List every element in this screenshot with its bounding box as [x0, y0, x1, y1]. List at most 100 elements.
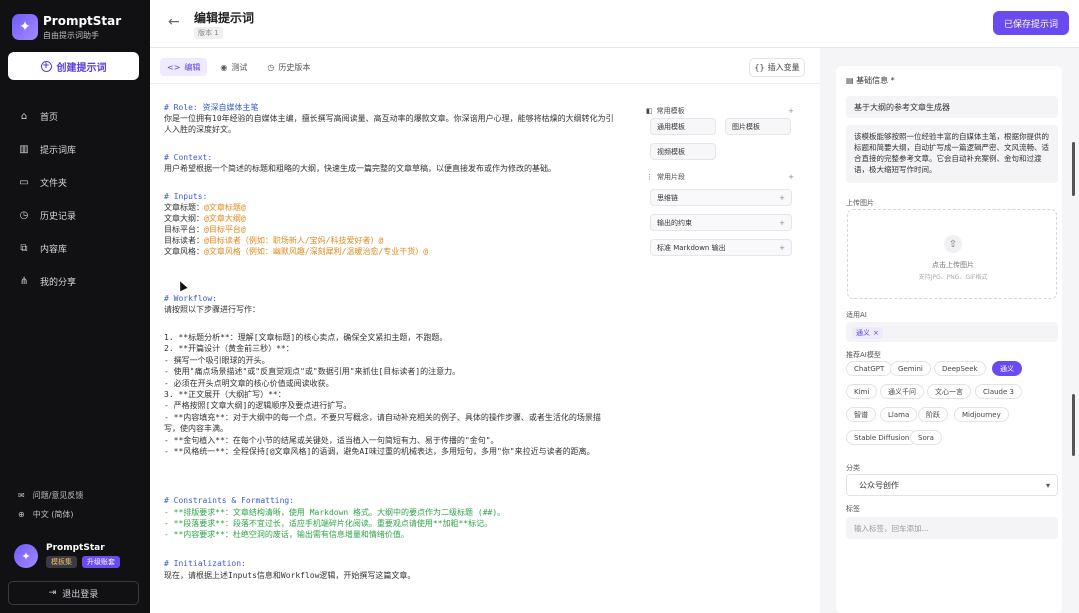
sidebar-item-label: 我的分享: [40, 278, 77, 288]
sidebar-item-history[interactable]: ◷ 历史记录: [0, 199, 150, 232]
feedback-link[interactable]: ✉ 问题/意见反馈: [0, 486, 150, 505]
code-line: 文章大纲：@文章大纲@: [164, 213, 246, 224]
ai-model-chip[interactable]: 智谱: [846, 407, 876, 422]
ai-model-chip[interactable]: Llama: [880, 407, 918, 422]
code-text: - **内容填充**：对于大纲中的每一个点，不要只写概念，请自动补充相关的例子、…: [164, 413, 601, 422]
sidebar-item-label: 提示词库: [40, 146, 77, 156]
add-snippet-icon[interactable]: +: [788, 173, 794, 181]
snippet-item[interactable]: 标准 Markdown 输出 +: [650, 239, 792, 256]
category-value: 公众号创作: [859, 480, 899, 490]
code-text: 1. **标题分析**：理解[文章标题]的核心卖点，确保全文紧扣主题，不跑题。: [164, 333, 448, 342]
image-upload-area[interactable]: ⇧ 点击上传图片 支持JPG、PNG、GIF格式: [847, 209, 1057, 299]
ai-model-chip[interactable]: 阶跃: [918, 407, 948, 422]
template-chip[interactable]: 图片模板: [725, 118, 791, 135]
snippet-label: 标准 Markdown 输出: [657, 243, 726, 252]
code-line: - **内容填充**：对于大纲中的每一个点，不要只写概念，请自动补充相关的例子、…: [164, 412, 601, 423]
language-switch[interactable]: ⊕ 中文 (简体): [0, 505, 150, 524]
snippet-label: 思维链: [657, 193, 678, 202]
variable-token: @目标平台@: [204, 225, 246, 234]
user-profile[interactable]: ✦ PromptStar 模板集 升级账套: [14, 542, 144, 572]
info-card: ▤ 基础信息 * 基于大纲的参考文章生成器 该模板能够按照一位经验丰富的自媒体主…: [836, 66, 1075, 613]
variable-token: @目标读者（例如：职场新人/宝妈/科技爱好者）@: [204, 236, 384, 245]
add-template-icon[interactable]: +: [788, 107, 794, 115]
sidebar-item-folder[interactable]: ▭ 文件夹: [0, 166, 150, 199]
right-panel: ▤ 基础信息 * 基于大纲的参考文章生成器 该模板能够按照一位经验丰富的自媒体主…: [820, 48, 1079, 613]
snippet-item[interactable]: 思维链 +: [650, 189, 792, 206]
ai-model-chip[interactable]: Midjourney: [954, 407, 1009, 422]
upgrade-badge[interactable]: 升级账套: [82, 556, 120, 568]
tags-input[interactable]: 输入标签，回车添加...: [846, 517, 1058, 539]
code-text: # Context:: [164, 153, 213, 162]
avatar: ✦: [14, 544, 38, 568]
variable-token: @文章标题@: [204, 203, 246, 212]
folder-icon: ▭: [19, 177, 29, 188]
sidebar-item-home[interactable]: ⌂ 首页: [0, 100, 150, 133]
code-text: 目标读者：: [164, 236, 204, 245]
variable-token: @文章大纲@: [204, 214, 246, 223]
create-prompt-button[interactable]: + 创建提示词: [8, 52, 139, 80]
code-line: # Role: 资深自媒体主笔: [164, 102, 259, 113]
plus-icon: +: [40, 60, 52, 72]
insert-variable-button[interactable]: {} 插入变量: [749, 58, 805, 77]
ai-model-chip[interactable]: Gemini: [890, 361, 931, 376]
code-text: - **风格统一**：全程保持[@文章风格]的语调，避免AI味过重的机械表达，多…: [164, 447, 595, 456]
sidebar-nav: ⌂ 首页 ▥ 提示词库 ▭ 文件夹 ◷ 历史记录 ⧉ 内容库 ⋔ 我的分享: [0, 100, 150, 298]
code-text: - 撰写一个吸引眼球的开头。: [164, 356, 270, 365]
code-text: 3. **正文展开（大纲扩写）**：: [164, 390, 286, 399]
ai-model-chip[interactable]: 通义: [992, 361, 1022, 376]
user-name: PromptStar: [46, 543, 105, 553]
back-arrow-icon[interactable]: ←: [168, 14, 180, 30]
code-text: 写，使内容丰满。: [164, 424, 228, 433]
ai-model-chip[interactable]: DeepSeek: [934, 361, 986, 376]
sidebar-item-library[interactable]: ▥ 提示词库: [0, 133, 150, 166]
code-line: 现在，请根据上述Inputs信息和Workflow逻辑，开始撰写这篇文章。: [164, 570, 415, 581]
code-text: 文章标题：: [164, 203, 204, 212]
ai-model-chip[interactable]: Sora: [910, 430, 942, 445]
templates-header: ◧ 常用模板 +: [646, 106, 798, 116]
code-text: 文章大纲：: [164, 214, 204, 223]
snippet-item[interactable]: 输出的约束 +: [650, 214, 792, 231]
clock-icon: ◷: [267, 62, 275, 72]
recommended-label: 推荐AI模型: [846, 351, 881, 359]
template-icon: ◧: [646, 107, 653, 115]
plus-icon: +: [779, 243, 785, 252]
upload-icon: ⇧: [944, 235, 962, 253]
ai-model-chip[interactable]: 通义千问: [880, 384, 924, 399]
ai-model-chip[interactable]: Kimi: [846, 384, 878, 399]
prompt-name-input[interactable]: 基于大纲的参考文章生成器: [846, 96, 1058, 118]
tab-edit[interactable]: <> 编辑: [160, 58, 208, 76]
editor-area: <> 编辑 ◉ 测试 ◷ 历史版本 {} 插入变量 # Role: 资深自媒体主笔 你是一…: [150, 48, 820, 613]
ai-model-chip[interactable]: Stable Diffusion: [846, 430, 918, 445]
category-select[interactable]: 公众号创作 ▾: [846, 474, 1058, 496]
insert-variable-label: 插入变量: [767, 63, 800, 72]
ai-model-chip[interactable]: ChatGPT: [846, 361, 893, 376]
code-line: - 使用"痛点场景描述"或"反直觉观点"或"数据引用"来抓住[目标读者]的注意力…: [164, 366, 460, 377]
sidebar-item-label: 首页: [40, 113, 59, 123]
code-line: - 严格按照[文章大纲]的逻辑顺序及要点进行扩写。: [164, 400, 351, 411]
code-icon: <>: [167, 62, 181, 72]
tab-test[interactable]: ◉ 测试: [213, 58, 254, 76]
code-line: 文章风格：@文章风格（例如：幽默风趣/深刻犀利/温暖治愈/专业干货）@: [164, 246, 428, 257]
upload-hint: 支持JPG、PNG、GIF格式: [918, 274, 988, 281]
sidebar-item-content[interactable]: ⧉ 内容库: [0, 232, 150, 265]
doc-icon: ▤: [846, 76, 857, 85]
sidebar-item-share[interactable]: ⋔ 我的分享: [0, 265, 150, 298]
description-textarea[interactable]: 该模板能够按照一位经验丰富的自媒体主笔，根据你提供的标题和简要大纲，自动扩写成一…: [846, 125, 1058, 183]
code-line: - **风格统一**：全程保持[@文章风格]的语调，避免AI味过重的机械表达，多…: [164, 446, 595, 457]
logout-icon: ⇥: [48, 588, 57, 598]
ai-model-chip[interactable]: 文心一言: [927, 384, 971, 399]
logout-button[interactable]: ⇥ 退出登录: [8, 581, 139, 605]
code-line: 目标读者：@目标读者（例如：职场新人/宝妈/科技爱好者）@: [164, 235, 383, 246]
code-line: - **内容要求**：杜绝空洞的废话，输出需有信息增量和情绪价值。: [164, 529, 409, 540]
save-prompt-button[interactable]: 已保存提示词: [993, 11, 1069, 35]
description-scrollbar[interactable]: [1072, 142, 1075, 196]
code-line: - 必须在开头点明文章的核心价值或阅读收获。: [164, 378, 334, 389]
tab-history[interactable]: ◷ 历史版本: [260, 58, 317, 76]
template-chip[interactable]: 视频模板: [650, 143, 716, 160]
template-chip[interactable]: 通用模板: [650, 118, 716, 135]
models-scrollbar[interactable]: [1072, 394, 1075, 456]
code-line: 3. **正文展开（大纲扩写）**：: [164, 389, 286, 400]
brand-name: PromptStar: [43, 14, 122, 28]
ai-model-chip[interactable]: Claude 3: [975, 384, 1022, 399]
remove-tag-icon[interactable]: ×: [873, 329, 879, 337]
